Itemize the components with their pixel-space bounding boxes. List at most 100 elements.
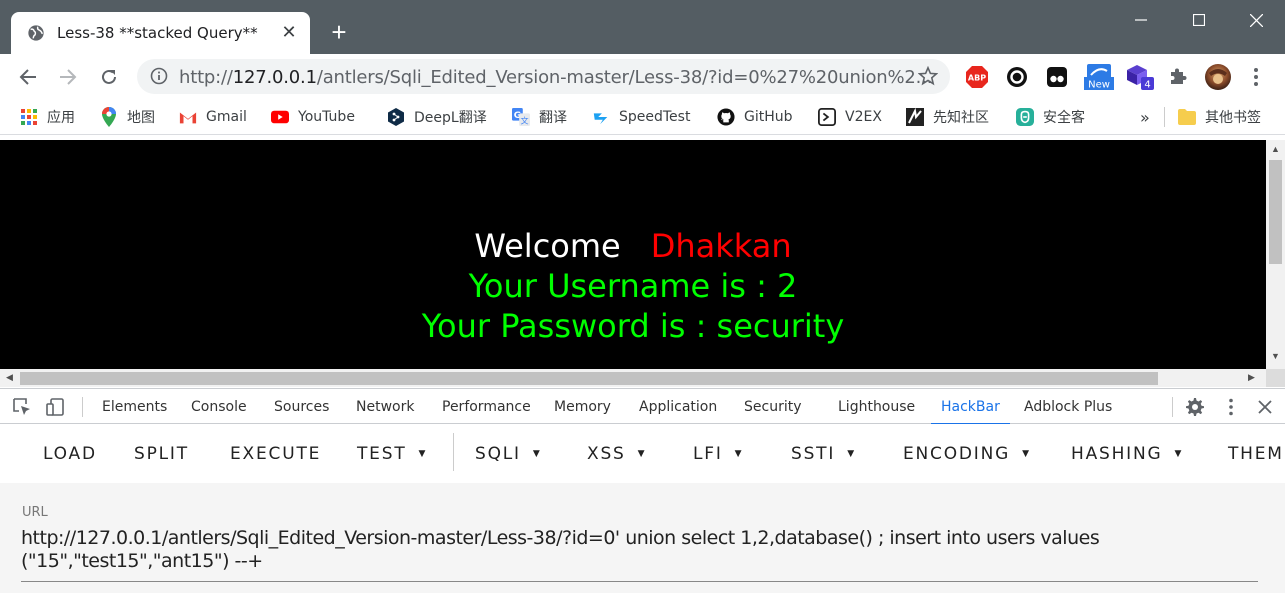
bookmark-v2ex[interactable]: V2EX (818, 106, 882, 128)
extensions-puzzle-icon[interactable] (1165, 64, 1191, 90)
password-line: Your Password is : security (421, 307, 845, 345)
maps-icon (100, 107, 118, 127)
scrollbar-corner (1266, 369, 1285, 387)
apps-icon (20, 108, 38, 126)
devtools-menu-icon[interactable] (1221, 397, 1241, 417)
bookmark-star-icon[interactable] (918, 66, 938, 86)
bookmark-youtube[interactable]: YouTube (271, 106, 355, 128)
bookmarks-more-chevron[interactable]: » (1140, 106, 1150, 128)
ring-extension-icon[interactable] (1004, 64, 1030, 90)
translate-icon: G文 (512, 108, 530, 126)
horizontal-scroll-thumb[interactable] (20, 372, 1158, 385)
close-window-icon[interactable] (1227, 0, 1285, 40)
back-button[interactable] (13, 62, 43, 92)
adblock-plus-icon[interactable]: ABP (964, 64, 990, 90)
encoding-dropdown[interactable]: ENCODING ▼ (903, 444, 1029, 464)
bookmark-gmail[interactable]: Gmail (179, 106, 247, 128)
forward-button[interactable] (53, 62, 83, 92)
globe-icon (28, 25, 44, 41)
scroll-up-arrow-icon[interactable]: ▲ (1271, 144, 1280, 154)
tab-security[interactable]: Security (744, 389, 802, 424)
scroll-right-arrow-icon[interactable]: ▶ (1248, 372, 1255, 383)
bookmark-github[interactable]: GitHub (717, 106, 793, 128)
xss-dropdown[interactable]: XSS ▼ (587, 444, 645, 464)
url-scheme: http:// (179, 67, 233, 88)
settings-gear-icon[interactable] (1185, 397, 1205, 417)
sqli-dropdown[interactable]: SQLI ▼ (475, 444, 540, 464)
tab-application[interactable]: Application (639, 389, 717, 424)
browser-toolbar: http://127.0.0.1/antlers/Sqli_Edited_Ver… (0, 54, 1285, 99)
folder-icon (1178, 108, 1196, 126)
bookmark-label: 翻译 (539, 110, 567, 126)
close-tab-icon[interactable]: ✕ (280, 23, 298, 41)
new-tab-button[interactable]: + (325, 19, 353, 47)
execute-button[interactable]: EXECUTE (230, 444, 321, 464)
vertical-scrollbar[interactable]: ▲ ▼ (1266, 140, 1285, 369)
test-dropdown[interactable]: TEST ▼ (357, 444, 425, 464)
bookmark-label: 先知社区 (933, 110, 989, 126)
bookmarks-divider (1164, 107, 1165, 127)
browser-tab[interactable]: Less-38 **stacked Query** ✕ (11, 12, 310, 54)
scroll-down-arrow-icon[interactable]: ▼ (1271, 351, 1280, 361)
devtools-tab-bar: Elements Console Sources Network Perform… (0, 388, 1285, 425)
load-button[interactable]: LOAD (43, 444, 97, 464)
maximize-icon[interactable] (1170, 0, 1228, 40)
bookmark-maps[interactable]: 地图 (100, 106, 155, 128)
site-info-icon[interactable] (150, 67, 168, 85)
tab-hackbar[interactable]: HackBar (931, 389, 1010, 425)
profile-avatar[interactable] (1203, 64, 1233, 90)
inspect-element-icon[interactable] (12, 397, 32, 417)
new-extension-icon[interactable]: New (1084, 64, 1114, 91)
sqli-label: SQLI (475, 444, 521, 464)
url-host: 127.0.0.1 (232, 67, 317, 88)
xianzhi-icon (906, 108, 924, 126)
close-devtools-icon[interactable] (1255, 397, 1275, 417)
tab-adblock-plus[interactable]: Adblock Plus (1024, 389, 1112, 424)
forward-arrow-icon (60, 69, 77, 85)
hashing-dropdown[interactable]: HASHING ▼ (1071, 444, 1181, 464)
tab-title: Less-38 **stacked Query** (57, 24, 258, 42)
device-toolbar-icon[interactable] (45, 397, 65, 417)
horizontal-scrollbar[interactable]: ◀ ▶ (0, 369, 1266, 387)
caret-down-icon: ▼ (532, 449, 540, 459)
scroll-left-arrow-icon[interactable]: ◀ (6, 372, 13, 383)
bookmark-xianzhi[interactable]: 先知社区 (906, 106, 989, 128)
split-button[interactable]: SPLIT (134, 444, 189, 464)
cube-extension-icon[interactable]: 4 (1126, 64, 1156, 91)
bookmark-speedtest[interactable]: SpeedTest (592, 106, 690, 128)
new-badge: New (1088, 80, 1110, 91)
tab-memory[interactable]: Memory (554, 389, 611, 424)
url-textarea[interactable]: http://127.0.0.1/antlers/Sqli_Edited_Ver… (21, 527, 1131, 573)
caret-down-icon: ▼ (418, 449, 426, 459)
caret-down-icon: ▼ (637, 449, 645, 459)
browser-menu-icon[interactable] (1243, 64, 1269, 90)
tab-lighthouse[interactable]: Lighthouse (838, 389, 915, 424)
username-line: Your Username is : 2 (468, 267, 798, 305)
tab-network[interactable]: Network (356, 389, 414, 424)
tab-console[interactable]: Console (191, 389, 247, 424)
bookmarks-bar: 应用 地图 Gmail YouTube DeepL翻译 G文 翻译 SpeedT… (0, 99, 1285, 135)
tab-elements[interactable]: Elements (102, 389, 167, 424)
theme-dropdown[interactable]: THEM (1228, 444, 1284, 464)
minimize-icon[interactable] (1112, 0, 1170, 40)
load-label: LOAD (43, 444, 97, 464)
gmail-icon (179, 108, 197, 126)
bookmark-translate[interactable]: G文 翻译 (512, 106, 567, 128)
vertical-scroll-thumb[interactable] (1269, 160, 1282, 264)
bookmark-label: 其他书签 (1205, 110, 1261, 126)
bookmark-other-folder[interactable]: 其他书签 (1178, 106, 1261, 128)
address-bar[interactable]: http://127.0.0.1/antlers/Sqli_Edited_Ver… (137, 59, 950, 94)
bookmark-label: V2EX (845, 109, 882, 125)
encoding-label: ENCODING (903, 444, 1011, 464)
reload-button[interactable] (94, 62, 124, 92)
split-label: SPLIT (134, 444, 189, 464)
bookmark-anquanke[interactable]: 安全客 (1016, 106, 1085, 128)
tab-performance[interactable]: Performance (442, 389, 531, 424)
tab-sources[interactable]: Sources (274, 389, 329, 424)
extension-count-badge: 4 (1144, 80, 1150, 91)
lfi-dropdown[interactable]: LFI ▼ (693, 444, 742, 464)
bookmark-apps[interactable]: 应用 (20, 106, 75, 128)
bookmark-deepl[interactable]: DeepL翻译 (387, 106, 487, 128)
ssti-dropdown[interactable]: SSTI ▼ (791, 444, 854, 464)
tampermonkey-icon[interactable] (1044, 64, 1070, 90)
